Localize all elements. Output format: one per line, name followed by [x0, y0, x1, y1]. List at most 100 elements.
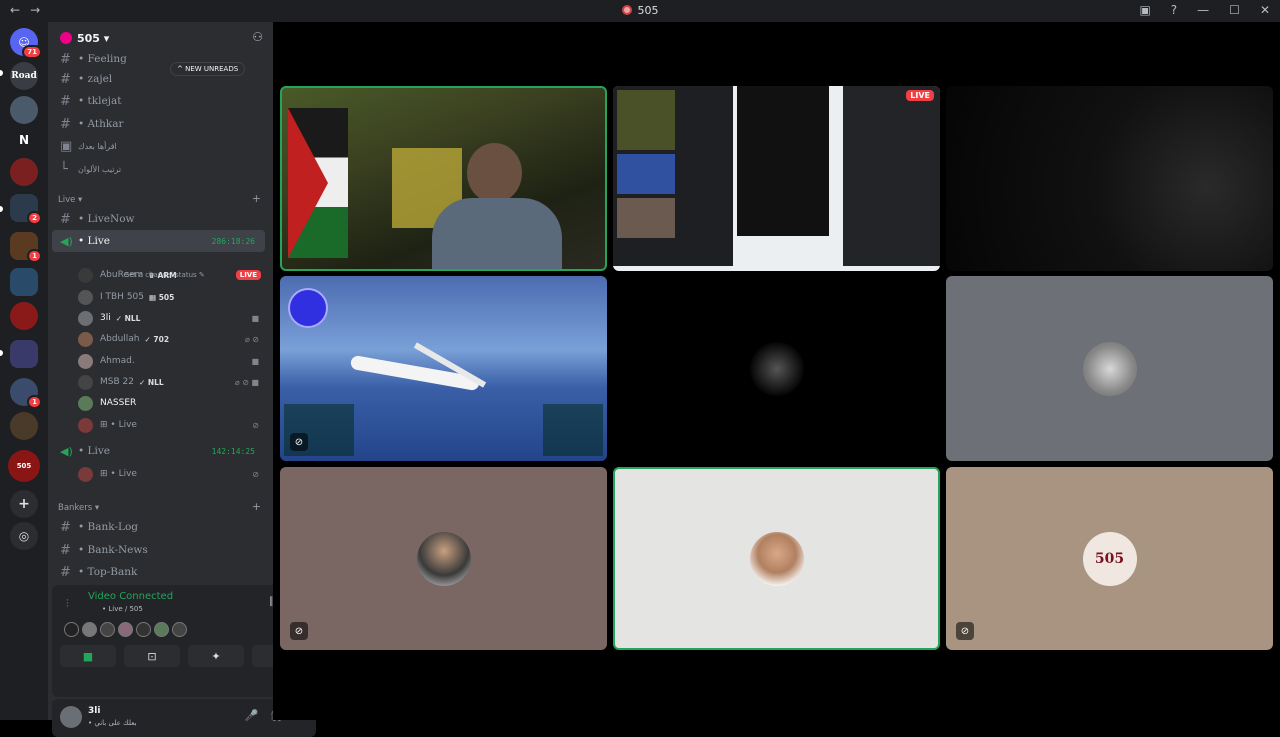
custom-status: • بعلك على باني: [88, 719, 137, 727]
avatar: [78, 395, 93, 411]
server-folder-3[interactable]: [10, 268, 38, 296]
shared-thumb: [617, 90, 675, 150]
channel-name: • zajel: [78, 73, 113, 85]
avatar[interactable]: [82, 622, 97, 637]
channel-name: • Athkar: [78, 118, 124, 130]
voice-channel-path[interactable]: • Live / 505: [102, 605, 143, 613]
user-tag: ♛ ARM: [148, 270, 177, 280]
thread-branch-icon: └: [60, 161, 68, 177]
avatar[interactable]: [172, 622, 187, 637]
thread-forum[interactable]: ▣ اقرأها بعدك: [52, 135, 265, 157]
username[interactable]: 3li: [88, 706, 100, 716]
maximize-icon[interactable]: ☐: [1229, 3, 1240, 17]
minimize-icon[interactable]: —: [1197, 3, 1209, 17]
camera-icon: ■: [251, 313, 259, 323]
microphone-icon[interactable]: 🎤: [245, 709, 259, 722]
server-icon-10[interactable]: 1: [10, 378, 42, 409]
server-folder-2[interactable]: 1: [10, 232, 42, 263]
channel-bank-log[interactable]: # • Bank-Log: [52, 516, 265, 538]
voice-user[interactable]: NASSER: [78, 393, 263, 413]
video-tile-avatar-tan[interactable]: 505 ⊘: [946, 467, 1273, 650]
user-tag: ▦ 505: [149, 292, 175, 302]
voice-channel-live[interactable]: ◀) • Live 286:18:26: [52, 230, 265, 252]
add-member-icon[interactable]: ⚇: [252, 30, 263, 44]
user-avatar: [1082, 341, 1137, 396]
channel-name: • Live: [78, 445, 111, 457]
hash-icon: #: [60, 564, 71, 580]
video-tile-screenshare[interactable]: LIVE: [613, 86, 940, 271]
screen-share-button[interactable]: ⊡: [124, 645, 180, 667]
speaker-icon: ◀): [60, 444, 73, 458]
signal-icon[interactable]: ⫶: [66, 597, 69, 611]
instrument-panel-right: [543, 404, 603, 456]
server-icon-11[interactable]: [10, 412, 38, 440]
channel-timer: 142:14:25: [211, 446, 255, 456]
channel-top-bank[interactable]: # • Top-Bank: [52, 561, 265, 583]
thread-name: ترتيب الألوان: [78, 164, 122, 174]
video-tile-flight-sim[interactable]: ⊘: [280, 276, 607, 461]
activities-button[interactable]: ✦: [188, 645, 244, 667]
video-tile-dark-room[interactable]: [946, 86, 1273, 271]
discover-icon[interactable]: ◎: [10, 522, 38, 550]
help-icon[interactable]: ?: [1171, 3, 1177, 17]
avatar[interactable]: [118, 622, 133, 637]
user-name: MSB 22: [100, 377, 134, 387]
user-name: Ahmad.: [100, 356, 135, 366]
video-tile-streamer[interactable]: [280, 86, 607, 271]
avatar[interactable]: [136, 622, 151, 637]
thread-colors[interactable]: └ ترتيب الألوان: [52, 158, 265, 180]
voice-user[interactable]: Abdullah ✓ 702 ⌀ ⊘: [78, 329, 263, 349]
video-tile-avatar-dark[interactable]: [613, 276, 940, 461]
hash-icon: #: [60, 71, 71, 87]
voice-user[interactable]: ⊞ • Live ⊘: [78, 415, 263, 435]
voice-user[interactable]: ⊞ • Live ⊘: [78, 464, 263, 484]
video-tile-avatar-light[interactable]: [613, 467, 940, 650]
server-icon-8[interactable]: [10, 302, 38, 330]
camera-button[interactable]: ■: [60, 645, 116, 667]
channel-timer: 286:18:26: [211, 236, 255, 246]
flag-triangle: [288, 108, 328, 258]
voice-user[interactable]: Ahmad. ■: [78, 351, 263, 371]
video-tile-avatar-grey[interactable]: [946, 276, 1273, 461]
server-icon-2[interactable]: [10, 96, 38, 124]
voice-status[interactable]: Video Connected: [88, 591, 173, 602]
home-button[interactable]: ☺ 71: [10, 28, 42, 59]
channel-bank-news[interactable]: # • Bank-News: [52, 539, 265, 561]
close-icon[interactable]: ✕: [1260, 3, 1270, 17]
add-channel-icon[interactable]: +: [252, 500, 261, 513]
avatar[interactable]: [154, 622, 169, 637]
avatar[interactable]: [64, 622, 79, 637]
category-live[interactable]: Live ▾: [58, 195, 82, 205]
add-server-icon[interactable]: +: [10, 490, 38, 518]
voice-user[interactable]: AbuReem ♛ ARM LIVE: [78, 265, 263, 285]
muted-icon: ⊘: [290, 433, 308, 451]
server-505[interactable]: 505: [8, 450, 40, 482]
voice-user[interactable]: 3li ✓ NLL ■: [78, 308, 263, 328]
server-folder-1[interactable]: 2: [10, 194, 42, 225]
video-tile-avatar-brown[interactable]: ⊘: [280, 467, 607, 650]
voice-user[interactable]: I TBH 505 ▦ 505: [78, 287, 263, 307]
server-n[interactable]: N: [10, 126, 38, 154]
user-avatar[interactable]: [60, 706, 82, 728]
server-folder-4[interactable]: [10, 340, 38, 368]
channel-tklejat[interactable]: # • tklejat: [52, 90, 265, 112]
hash-icon: #: [60, 93, 71, 109]
inbox-icon[interactable]: ▣: [1139, 3, 1150, 17]
server-badge-icon: [60, 32, 72, 44]
server-icon-4[interactable]: [10, 158, 38, 186]
muted-icon: ⊘: [956, 622, 974, 640]
category-bankers[interactable]: Bankers ▾: [58, 503, 99, 513]
channel-name: • Bank-News: [78, 544, 148, 556]
channel-zajel[interactable]: # • zajel: [52, 68, 265, 90]
voice-channel-live-2[interactable]: ◀) • Live 142:14:25: [52, 440, 265, 462]
avatar: [78, 417, 93, 433]
user-name: ⊞ • Live: [100, 469, 137, 479]
add-channel-icon[interactable]: +: [252, 192, 261, 205]
avatar: [78, 374, 93, 390]
avatar[interactable]: [100, 622, 115, 637]
voice-user[interactable]: MSB 22 ✓ NLL ⌀ ⊘ ■: [78, 372, 263, 392]
unread-pill-3: [0, 350, 3, 356]
server-road[interactable]: Road: [10, 62, 38, 90]
channel-livenow[interactable]: # • LiveNow: [52, 208, 265, 230]
channel-athkar[interactable]: # • Athkar: [52, 113, 265, 135]
